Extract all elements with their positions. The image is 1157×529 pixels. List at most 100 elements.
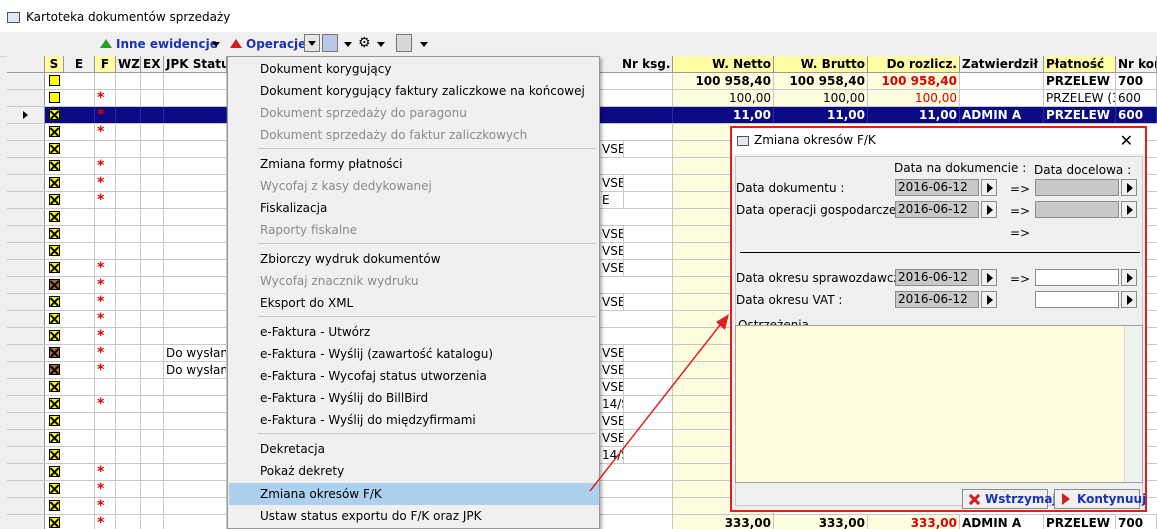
col-header-e[interactable]: E bbox=[64, 56, 95, 73]
status-checkbox[interactable] bbox=[49, 415, 60, 426]
status-checkbox[interactable] bbox=[49, 381, 60, 392]
ostrzezenia-box[interactable] bbox=[735, 325, 1143, 483]
row-indicator[interactable] bbox=[7, 226, 45, 242]
status-checkbox[interactable] bbox=[49, 313, 60, 324]
status-checkbox[interactable] bbox=[49, 177, 60, 188]
kontynuuj-button[interactable]: Kontynuuj bbox=[1054, 489, 1146, 509]
data-operacji-apply-button[interactable] bbox=[981, 201, 997, 218]
menu-item[interactable]: Dekretacja bbox=[260, 438, 325, 460]
menu-item[interactable]: Dokument korygujący faktury zaliczkowe n… bbox=[260, 80, 585, 102]
row-indicator[interactable] bbox=[7, 345, 45, 361]
row-indicator[interactable] bbox=[7, 311, 45, 327]
clipboard-dropdown-icon[interactable] bbox=[420, 42, 428, 47]
grid-view-dropdown-icon[interactable] bbox=[344, 42, 352, 47]
row-indicator[interactable] bbox=[7, 141, 45, 157]
wstrzymaj-button[interactable]: Wstrzymaj bbox=[962, 489, 1057, 509]
menu-item[interactable]: e-Faktura - Wycofaj status utworzenia bbox=[260, 365, 487, 387]
status-checkbox[interactable] bbox=[49, 194, 60, 205]
operacje-dropdown-button[interactable] bbox=[304, 34, 320, 52]
menu-item[interactable]: e-Faktura - Wyślij do międzyfirmami bbox=[260, 409, 476, 431]
inne-ewidencje-button[interactable]: Inne ewidencje bbox=[100, 34, 218, 53]
status-checkbox[interactable] bbox=[49, 466, 60, 477]
row-indicator[interactable] bbox=[7, 175, 45, 191]
row-indicator[interactable] bbox=[7, 430, 45, 446]
row-indicator[interactable] bbox=[7, 192, 45, 208]
menu-item[interactable]: Zmiana formy płatności bbox=[260, 153, 402, 175]
row-indicator[interactable] bbox=[7, 124, 45, 140]
status-checkbox[interactable] bbox=[49, 143, 60, 154]
status-checkbox[interactable] bbox=[49, 92, 60, 103]
status-checkbox[interactable] bbox=[49, 347, 60, 358]
menu-item[interactable]: e-Faktura - Wyślij (zawartość katalogu) bbox=[260, 343, 493, 365]
row-indicator[interactable] bbox=[7, 73, 45, 89]
status-checkbox[interactable] bbox=[49, 211, 60, 222]
menu-item[interactable]: Dokument korygujący bbox=[260, 58, 391, 80]
grid-view-icon[interactable] bbox=[322, 34, 338, 52]
menu-item[interactable]: e-Faktura - Utwórz bbox=[260, 321, 370, 343]
row-indicator[interactable] bbox=[7, 328, 45, 344]
row-indicator[interactable] bbox=[7, 209, 45, 225]
status-checkbox[interactable] bbox=[49, 245, 60, 256]
col-header-ex[interactable]: EX bbox=[141, 56, 164, 73]
col-header-platnosc[interactable]: Płatność bbox=[1044, 56, 1116, 73]
status-checkbox[interactable] bbox=[49, 500, 60, 511]
row-indicator[interactable] bbox=[7, 515, 45, 529]
row-indicator[interactable] bbox=[7, 396, 45, 412]
status-checkbox[interactable] bbox=[49, 449, 60, 460]
status-checkbox[interactable] bbox=[49, 364, 60, 375]
row-indicator[interactable] bbox=[7, 447, 45, 463]
data-operacji-target-button[interactable] bbox=[1121, 201, 1137, 218]
col-header-nr-konta[interactable]: Nr konta bbox=[1116, 56, 1157, 73]
menu-item[interactable]: Pokaż dekrety bbox=[260, 460, 344, 482]
row-indicator[interactable] bbox=[7, 260, 45, 276]
status-checkbox[interactable] bbox=[49, 109, 60, 120]
row-indicator[interactable] bbox=[7, 158, 45, 174]
gear-dropdown-icon[interactable] bbox=[377, 42, 385, 47]
row-indicator[interactable] bbox=[7, 90, 45, 106]
close-icon[interactable]: ✕ bbox=[1120, 131, 1133, 150]
gear-icon[interactable]: ⚙ bbox=[358, 35, 371, 51]
row-indicator[interactable] bbox=[7, 243, 45, 259]
row-indicator[interactable] bbox=[7, 362, 45, 378]
inne-dropdown-arrow-icon[interactable] bbox=[212, 42, 220, 47]
col-header-brutto[interactable]: W. Brutto bbox=[774, 56, 868, 73]
col-header-jpk[interactable]: JPK Status bbox=[164, 56, 227, 73]
row-indicator[interactable] bbox=[7, 464, 45, 480]
status-checkbox[interactable] bbox=[49, 296, 60, 307]
status-checkbox[interactable] bbox=[49, 517, 60, 528]
status-checkbox[interactable] bbox=[49, 75, 60, 86]
okres-vat-target-button[interactable] bbox=[1121, 291, 1137, 308]
menu-item[interactable]: Fiskalizacja bbox=[260, 197, 327, 219]
okres-vat-target-input[interactable] bbox=[1035, 291, 1119, 308]
status-checkbox[interactable] bbox=[49, 398, 60, 409]
col-header-s[interactable]: S bbox=[45, 56, 64, 73]
col-header-netto[interactable]: W. Netto bbox=[673, 56, 774, 73]
menu-item[interactable]: Zmiana okresów F/K bbox=[260, 483, 382, 505]
row-indicator[interactable] bbox=[7, 413, 45, 429]
okres-vat-apply-button[interactable] bbox=[981, 291, 997, 308]
data-dokumentu-target-button[interactable] bbox=[1121, 179, 1137, 196]
row-indicator[interactable] bbox=[7, 277, 45, 293]
menu-item[interactable]: Ustaw status exportu do F/K oraz JPK bbox=[260, 505, 482, 527]
col-header-do-rozlicz[interactable]: Do rozlicz. bbox=[868, 56, 960, 73]
row-indicator[interactable] bbox=[7, 481, 45, 497]
vertical-scrollbar[interactable] bbox=[1124, 326, 1142, 482]
clipboard-icon[interactable] bbox=[396, 34, 412, 52]
menu-item[interactable]: e-Faktura - Wyślij do BillBird bbox=[260, 387, 428, 409]
col-header-wz[interactable]: WZ bbox=[116, 56, 141, 73]
status-checkbox[interactable] bbox=[49, 228, 60, 239]
status-checkbox[interactable] bbox=[49, 279, 60, 290]
col-header-nr-ksg[interactable]: Nr ksg. bbox=[600, 56, 673, 73]
okres-sprawozdawczy-apply-button[interactable] bbox=[981, 269, 997, 286]
okres-sprawozdawczy-target-button[interactable] bbox=[1121, 269, 1137, 286]
data-dokumentu-apply-button[interactable] bbox=[981, 179, 997, 196]
okres-sprawozdawczy-target-input[interactable] bbox=[1035, 269, 1119, 286]
status-checkbox[interactable] bbox=[49, 126, 60, 137]
col-header-f[interactable]: F bbox=[95, 56, 116, 73]
status-checkbox[interactable] bbox=[49, 432, 60, 443]
status-checkbox[interactable] bbox=[49, 262, 60, 273]
row-indicator[interactable] bbox=[7, 379, 45, 395]
menu-item[interactable]: Zbiorczy wydruk dokumentów bbox=[260, 248, 441, 270]
status-checkbox[interactable] bbox=[49, 160, 60, 171]
status-checkbox[interactable] bbox=[49, 330, 60, 341]
